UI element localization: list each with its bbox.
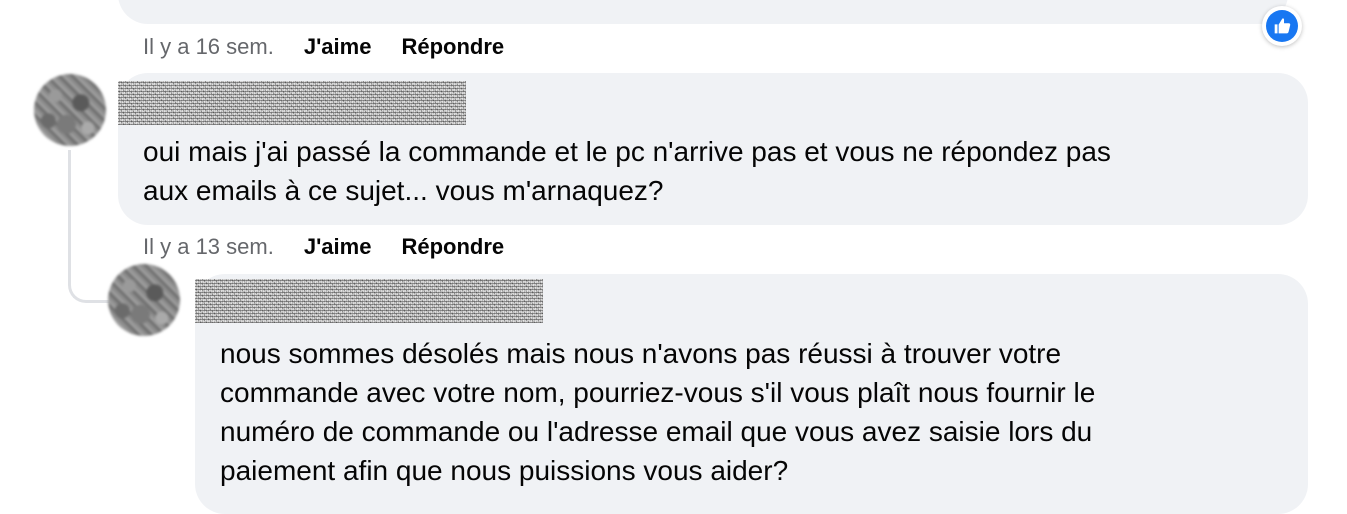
- like-button[interactable]: J'aime: [304, 234, 372, 260]
- reply-text-line: paiement afin que nous puissions vous ai…: [220, 455, 789, 486]
- reply-text-line: numéro de commande ou l'adresse email qu…: [220, 416, 1093, 447]
- reply-thread-connector: [68, 150, 111, 303]
- reply-text-line: nous sommes désolés mais nous n'avons pa…: [220, 338, 1062, 369]
- redacted-author-name[interactable]: [195, 279, 543, 323]
- comment-meta: Il y a 13 sem. J'aime Répondre: [143, 234, 534, 260]
- previous-comment-meta: Il y a 16 sem. J'aime Répondre: [143, 34, 534, 60]
- reply-button[interactable]: Répondre: [401, 234, 504, 260]
- thumbs-up-icon: [1266, 10, 1298, 42]
- comment-text-line: aux emails à ce sujet... vous m'arnaquez…: [143, 175, 664, 206]
- reply-button[interactable]: Répondre: [401, 34, 504, 60]
- comment-timestamp: Il y a 16 sem.: [143, 34, 274, 59]
- avatar[interactable]: [34, 74, 106, 146]
- reply-text: nous sommes désolés mais nous n'avons pa…: [220, 334, 1095, 490]
- avatar[interactable]: [108, 264, 180, 336]
- redacted-author-name[interactable]: [118, 81, 466, 125]
- comment-text: oui mais j'ai passé la commande et le pc…: [143, 132, 1111, 210]
- reply-text-line: commande avec votre nom, pourriez-vous s…: [220, 377, 1096, 408]
- like-reaction-badge[interactable]: [1262, 6, 1302, 46]
- comment-text-line: oui mais j'ai passé la commande et le pc…: [143, 136, 1111, 167]
- comment-timestamp: Il y a 13 sem.: [143, 234, 274, 259]
- like-button[interactable]: J'aime: [304, 34, 372, 60]
- previous-comment-bubble: [118, 0, 1288, 24]
